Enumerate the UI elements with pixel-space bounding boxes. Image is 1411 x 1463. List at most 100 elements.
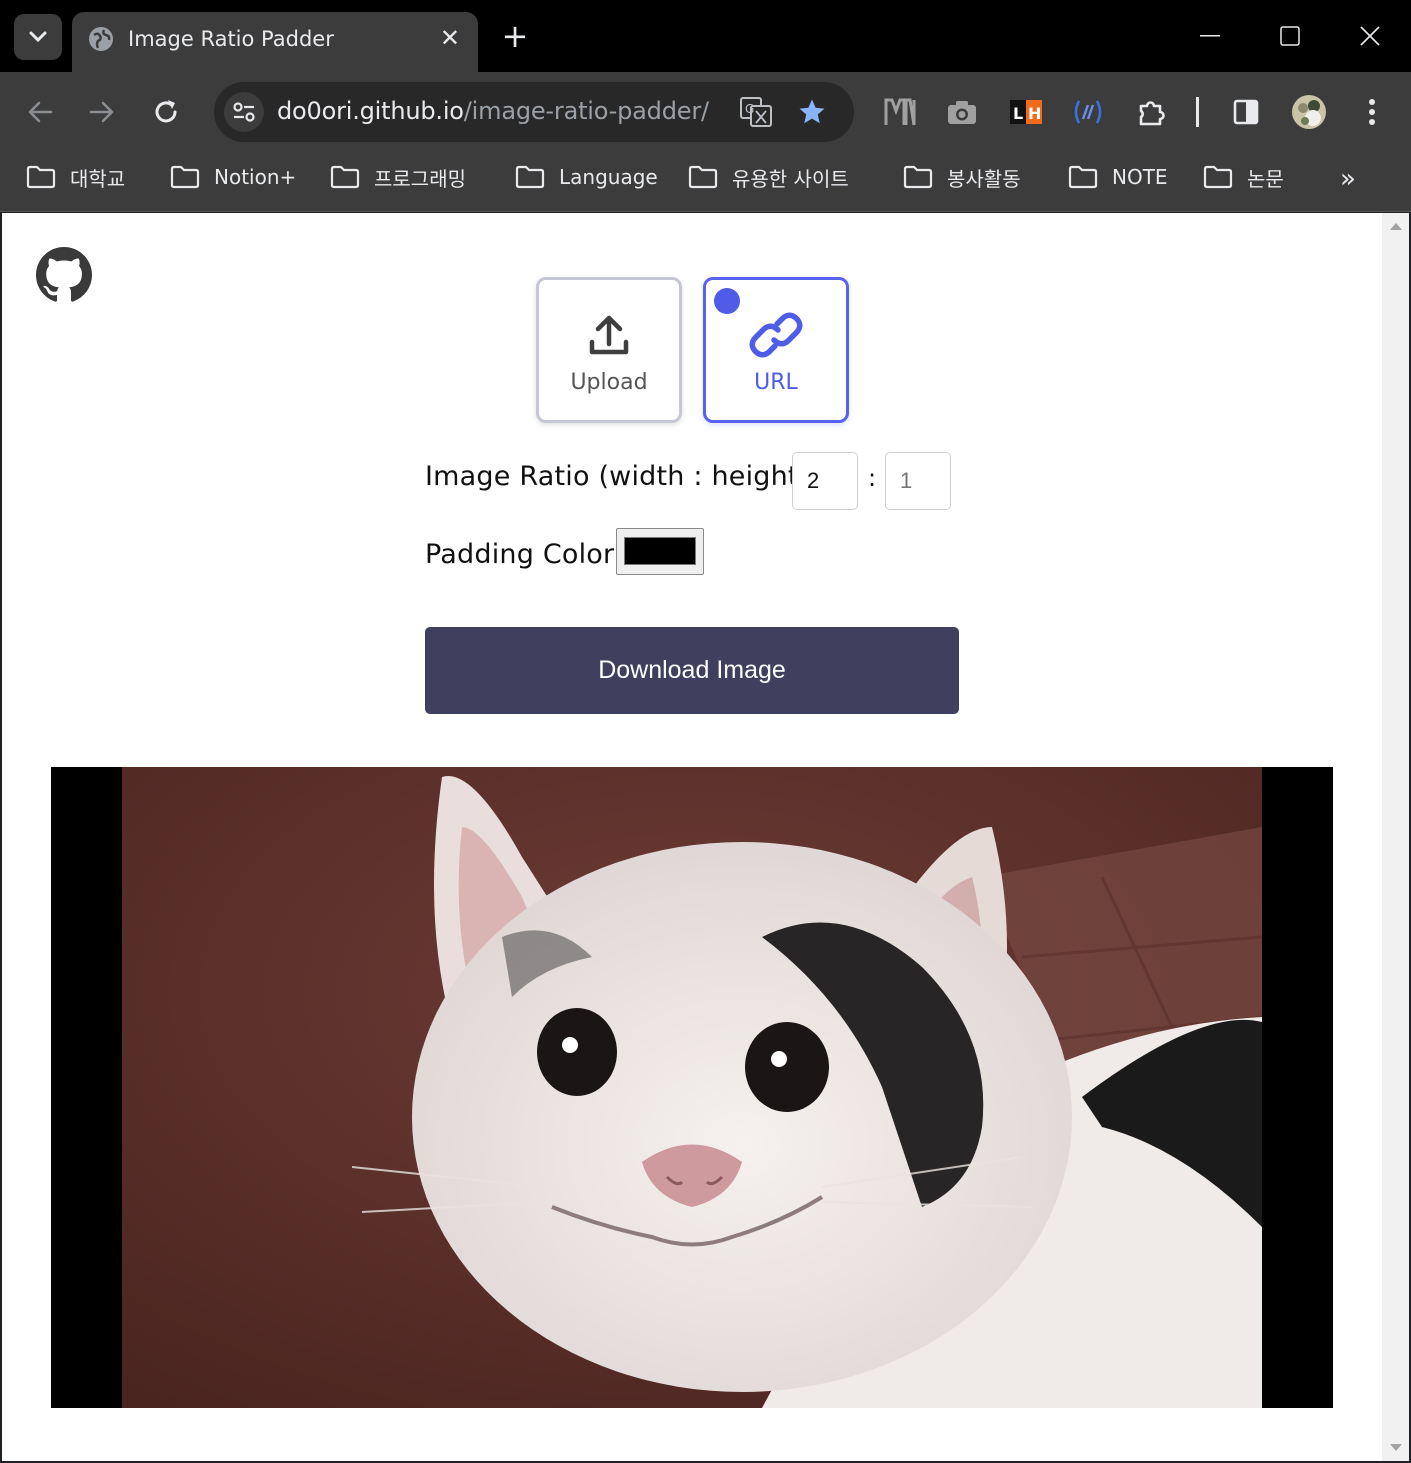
bookmark-label: 논문 <box>1247 166 1284 191</box>
padding-color-label: Padding Color <box>425 539 615 570</box>
bookmark-label: 유용한 사이트 <box>732 166 849 191</box>
bookmark-folder[interactable]: 대학교 <box>26 162 125 192</box>
tune-icon <box>233 102 255 122</box>
folder-icon <box>1068 165 1098 189</box>
extensions-menu-button[interactable] <box>1132 92 1172 132</box>
bookmark-folder[interactable]: Language <box>515 162 658 192</box>
bookmark-folder[interactable]: Notion+ <box>170 162 296 192</box>
bookmark-label: 봉사활동 <box>947 166 1021 191</box>
maximize-icon <box>1280 26 1300 46</box>
bookmark-folder[interactable]: 프로그래밍 <box>330 162 466 192</box>
toolbar-divider <box>1178 92 1218 132</box>
avatar-icon <box>1292 95 1326 129</box>
padding-color-picker[interactable] <box>616 528 704 575</box>
code-brackets-icon <box>1074 100 1102 124</box>
folder-icon <box>688 165 718 189</box>
url-source-button[interactable]: URL <box>703 277 849 423</box>
kebab-menu-icon <box>1369 99 1375 125</box>
new-tab-button[interactable]: + <box>500 18 530 54</box>
selected-indicator <box>714 288 740 314</box>
url-path: /image-ratio-padder/ <box>463 97 709 125</box>
close-tab-icon[interactable]: ✕ <box>440 24 460 52</box>
folder-icon <box>1203 165 1233 189</box>
bookmark-star-button[interactable] <box>796 96 828 128</box>
divider-line-icon <box>1196 97 1199 127</box>
page-viewport: Upload URL Image Ratio (width : height) … <box>2 213 1382 1461</box>
bookmark-folder[interactable]: 유용한 사이트 <box>688 162 849 192</box>
lighthouse-icon: LH <box>1010 100 1042 124</box>
bookmarks-overflow-button[interactable]: » <box>1340 164 1356 194</box>
scroll-down-arrow-icon[interactable] <box>1390 1444 1402 1451</box>
image-preview <box>51 767 1333 1408</box>
camera-icon <box>948 101 976 124</box>
vertical-scrollbar[interactable] <box>1382 213 1409 1461</box>
bookmark-folder[interactable]: 봉사활동 <box>903 162 1021 192</box>
svg-text:L: L <box>1013 104 1023 123</box>
scroll-up-arrow-icon[interactable] <box>1390 223 1402 230</box>
translate-icon: G <box>740 97 772 127</box>
arrow-left-icon <box>28 101 53 123</box>
puzzle-icon <box>1139 101 1165 126</box>
bookmarks-bar: 대학교 Notion+ 프로그래밍 Language 유용한 사이트 봉사활동 … <box>0 152 1411 212</box>
bookmark-folder[interactable]: 논문 <box>1203 162 1284 192</box>
download-button[interactable]: Download Image <box>425 627 959 714</box>
star-icon <box>799 99 825 124</box>
minimize-button[interactable] <box>1190 18 1230 54</box>
back-button[interactable] <box>20 92 60 132</box>
bookmark-label: 프로그래밍 <box>374 166 466 191</box>
browser-toolbar: do0ori.github.io/image-ratio-padder/ G L… <box>0 72 1411 152</box>
ratio-height-input[interactable] <box>885 452 951 510</box>
tab-title: Image Ratio Padder <box>128 27 334 51</box>
minimize-icon <box>1200 35 1220 37</box>
browser-menu-button[interactable] <box>1352 92 1392 132</box>
folder-icon <box>170 165 200 189</box>
globe-icon <box>89 27 113 51</box>
cat-photo <box>122 767 1262 1408</box>
extension-camera-button[interactable] <box>942 92 982 132</box>
maximize-button[interactable] <box>1270 18 1310 54</box>
color-swatch-fill <box>624 537 696 565</box>
url-label: URL <box>754 370 798 395</box>
close-icon <box>1360 26 1380 46</box>
arrow-right-icon <box>89 101 114 123</box>
active-tab[interactable]: Image Ratio Padder ✕ <box>72 12 478 72</box>
bookmark-label: Notion+ <box>214 165 297 189</box>
extension-mn-button[interactable] <box>880 92 920 132</box>
reload-button[interactable] <box>146 92 186 132</box>
side-panel-button[interactable] <box>1226 92 1266 132</box>
upload-source-button[interactable]: Upload <box>536 277 682 423</box>
close-window-button[interactable] <box>1350 18 1390 54</box>
folder-icon <box>515 165 545 189</box>
reload-icon <box>155 100 177 123</box>
tab-search-button[interactable] <box>14 14 62 60</box>
folder-icon <box>903 165 933 189</box>
ratio-separator: : <box>868 464 877 492</box>
extension-lighthouse-button[interactable]: LH <box>1006 92 1046 132</box>
svg-text:H: H <box>1028 104 1041 123</box>
folder-icon <box>26 165 56 189</box>
side-panel-icon <box>1233 99 1259 125</box>
url-text: do0ori.github.io/image-ratio-padder/ <box>277 97 709 125</box>
upload-icon <box>589 315 629 355</box>
svg-text:G: G <box>745 102 754 116</box>
bookmark-folder[interactable]: NOTE <box>1068 162 1168 192</box>
upload-label: Upload <box>570 370 648 395</box>
profile-avatar[interactable] <box>1289 92 1329 132</box>
bookmark-label: NOTE <box>1112 165 1168 189</box>
link-icon <box>749 312 803 358</box>
mn-extension-icon <box>884 98 916 126</box>
tab-strip: Image Ratio Padder ✕ + <box>0 0 1411 72</box>
extension-devtools-button[interactable] <box>1068 92 1108 132</box>
chevron-down-icon <box>29 31 47 43</box>
bookmark-label: Language <box>559 165 658 189</box>
folder-icon <box>330 165 360 189</box>
forward-button[interactable] <box>82 92 122 132</box>
url-host: do0ori.github.io <box>277 97 464 125</box>
site-info-button[interactable] <box>224 92 264 132</box>
ratio-label: Image Ratio (width : height) <box>425 461 810 492</box>
ratio-width-input[interactable] <box>792 452 858 510</box>
github-icon[interactable] <box>36 247 92 303</box>
address-bar[interactable]: do0ori.github.io/image-ratio-padder/ G <box>214 82 854 142</box>
bookmark-label: 대학교 <box>70 166 126 191</box>
translate-button[interactable]: G <box>740 96 772 128</box>
